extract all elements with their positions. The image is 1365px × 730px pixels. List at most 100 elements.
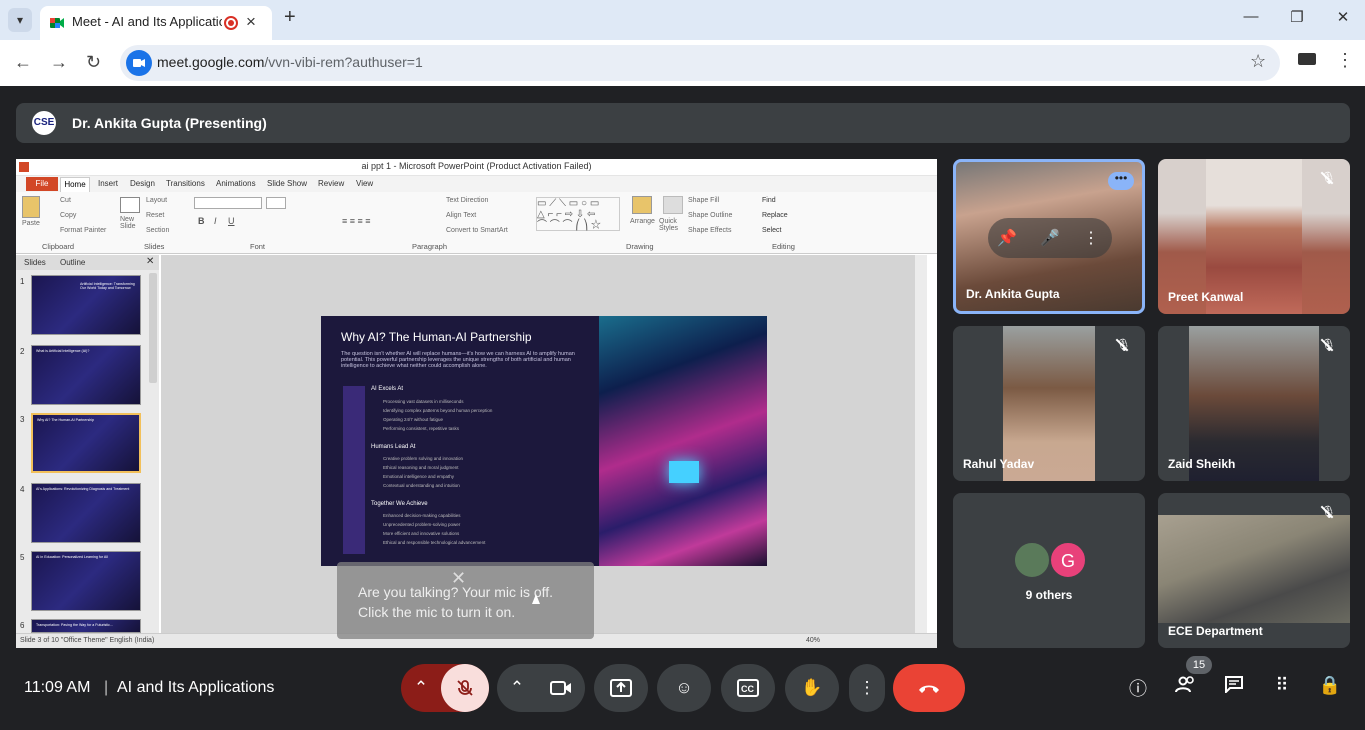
underline-icon[interactable]: U [228, 216, 235, 226]
new-tab-button[interactable]: + [284, 6, 296, 29]
bookmark-star-icon[interactable]: ☆ [1250, 51, 1266, 72]
present-screen-button[interactable] [594, 664, 648, 712]
more-options-button[interactable]: ⋮ [849, 664, 885, 712]
url-input[interactable]: meet.google.com/vvn-vibi-rem?authuser=1 … [120, 45, 1280, 81]
slide-thumbnail-selected[interactable]: Why AI? The Human-AI Partnership [31, 413, 141, 473]
forward-icon[interactable]: → [50, 52, 68, 73]
slide-thumbnail[interactable]: Artificial Intelligence: Transforming Ou… [31, 275, 141, 335]
video-settings-chevron-icon[interactable]: ⌃ [497, 664, 537, 712]
audio-settings-chevron-icon[interactable]: ⌃ [401, 664, 441, 712]
camera-site-icon[interactable] [126, 50, 152, 76]
vertical-dots-icon[interactable]: ⋮ [1076, 228, 1106, 248]
paste-label[interactable]: Paste [22, 220, 40, 227]
format-painter-button[interactable]: Format Painter [60, 227, 106, 234]
mic-off-button[interactable] [441, 664, 489, 712]
others-tile[interactable]: G 9 others [953, 493, 1145, 648]
font-size-select[interactable] [266, 197, 286, 209]
shape-fill-button[interactable]: Shape Fill [688, 197, 719, 204]
more-options-icon[interactable]: ••• [1108, 172, 1134, 190]
new-slide-label[interactable]: New Slide [120, 216, 142, 230]
quick-styles-label[interactable]: Quick Styles [659, 218, 687, 232]
pane-tab-slides[interactable]: Slides [24, 258, 46, 267]
replace-button[interactable]: Replace [762, 212, 788, 219]
participant-tile-rahul[interactable]: 🎙 Rahul Yadav [953, 326, 1145, 481]
tab-close-icon[interactable]: × [246, 12, 256, 32]
meeting-info-icon[interactable]: ⓘ [1124, 675, 1152, 701]
captions-button[interactable]: CC [721, 664, 775, 712]
section-button[interactable]: Section [146, 227, 169, 234]
select-button[interactable]: Select [762, 227, 781, 234]
ppt-tab-design[interactable]: Design [130, 179, 155, 188]
new-slide-icon[interactable] [120, 197, 140, 213]
host-controls-lock-icon[interactable]: 🔒 [1316, 675, 1344, 696]
pin-icon[interactable]: 📌 [992, 228, 1022, 248]
ppt-tab-review[interactable]: Review [318, 179, 344, 188]
italic-icon[interactable]: I [214, 216, 217, 226]
back-icon[interactable]: ← [14, 52, 32, 73]
text-direction-button[interactable]: Text Direction [446, 197, 488, 204]
participant-name: Dr. Ankita Gupta [966, 287, 1060, 301]
ppt-window-title: ai ppt 1 - Microsoft PowerPoint (Product… [361, 161, 592, 171]
pane-scrollbar[interactable] [149, 273, 157, 383]
participant-name: Zaid Sheikh [1168, 457, 1236, 471]
slide-thumbnail[interactable]: AI in Education: Personalized Learning f… [31, 551, 141, 611]
tab-title: Meet - AI and Its Applicatio [72, 14, 222, 29]
pane-close-icon[interactable]: ✕ [146, 256, 154, 267]
convert-smartart-button[interactable]: Convert to SmartArt [446, 227, 508, 234]
emoji-reaction-button[interactable]: ☺ [657, 664, 711, 712]
ppt-tab-slideshow[interactable]: Slide Show [267, 179, 307, 188]
canvas-scrollbar[interactable] [915, 255, 927, 633]
participant-tile-zaid[interactable]: 🎙 Zaid Sheikh [1158, 326, 1350, 481]
slide-bullet: Emotional intelligence and empathy [383, 474, 455, 479]
arrange-icon[interactable] [632, 196, 652, 214]
find-button[interactable]: Find [762, 197, 776, 204]
shape-effects-button[interactable]: Shape Effects [688, 227, 731, 234]
arrange-label[interactable]: Arrange [630, 218, 655, 225]
current-slide[interactable]: Why AI? The Human-AI Partnership The que… [321, 316, 767, 566]
chat-icon[interactable] [1220, 675, 1248, 698]
slide-thumbnail[interactable]: Transportation: Paving the Way for a Fut… [31, 619, 141, 633]
font-family-select[interactable] [194, 197, 262, 209]
shape-outline-button[interactable]: Shape Outline [688, 212, 732, 219]
shapes-gallery[interactable]: ▭ ⟋ ⟍ ▭ ○ ▭ △ ⌐ ⌐ ⇨ ⇩ ⇦ ⌒ ⌒ ⌒ ⎛ ⎞ ☆ [536, 197, 620, 231]
ppt-tab-animations[interactable]: Animations [216, 179, 256, 188]
ppt-tab-view[interactable]: View [356, 179, 373, 188]
activities-grid-icon[interactable]: ⠿ [1268, 675, 1296, 696]
extension-icon[interactable] [1298, 53, 1316, 65]
browser-tab-bar: ▾ Meet - AI and Its Applicatio × + — ❐ ✕ [0, 0, 1365, 40]
slide-thumbnail[interactable]: AI's Applications: Revolutionizing Diagn… [31, 483, 141, 543]
camera-button[interactable] [537, 664, 585, 716]
reload-icon[interactable]: ↻ [86, 52, 101, 73]
cut-button[interactable]: Cut [60, 197, 71, 204]
slide-thumbnail[interactable]: What is Artificial Intelligence (AI)? [31, 345, 141, 405]
meeting-clock: 11:09 AM [24, 679, 91, 696]
close-window-button[interactable]: ✕ [1328, 8, 1358, 26]
ppt-tab-home[interactable]: Home [60, 177, 90, 192]
raise-hand-button[interactable]: ✋ [785, 664, 839, 712]
participant-tile-ankita[interactable]: ••• 📌 🎤 ⋮ Dr. Ankita Gupta [953, 159, 1145, 314]
quick-styles-icon[interactable] [663, 196, 683, 214]
tab-search-button[interactable]: ▾ [8, 8, 32, 32]
people-icon[interactable] [1172, 675, 1200, 698]
ppt-tab-file[interactable]: File [26, 177, 58, 191]
align-icons[interactable]: ≡ ≡ ≡ ≡ [342, 216, 371, 226]
ppt-tab-transitions[interactable]: Transitions [166, 179, 205, 188]
paste-icon[interactable] [22, 196, 40, 218]
ppt-tab-insert[interactable]: Insert [98, 179, 118, 188]
participant-tile-preet[interactable]: 🎙 Preet Kanwal [1158, 159, 1350, 314]
minimize-button[interactable]: — [1236, 8, 1266, 25]
others-count-label: 9 others [1025, 588, 1073, 602]
bold-icon[interactable]: B [198, 216, 205, 226]
participant-tile-ece[interactable]: 🎙 ECE Department [1158, 493, 1350, 648]
restore-button[interactable]: ❐ [1282, 8, 1312, 26]
browser-tab[interactable]: Meet - AI and Its Applicatio × [40, 6, 272, 40]
pane-tab-outline[interactable]: Outline [60, 258, 85, 267]
zoom-level[interactable]: 40% [806, 637, 820, 644]
browser-menu-icon[interactable]: ⋮ [1336, 50, 1354, 71]
leave-call-button[interactable] [893, 664, 965, 712]
mic-icon[interactable]: 🎤 [1035, 228, 1065, 248]
copy-button[interactable]: Copy [60, 212, 76, 219]
reset-button[interactable]: Reset [146, 212, 164, 219]
align-text-button[interactable]: Align Text [446, 212, 476, 219]
layout-button[interactable]: Layout [146, 197, 167, 204]
